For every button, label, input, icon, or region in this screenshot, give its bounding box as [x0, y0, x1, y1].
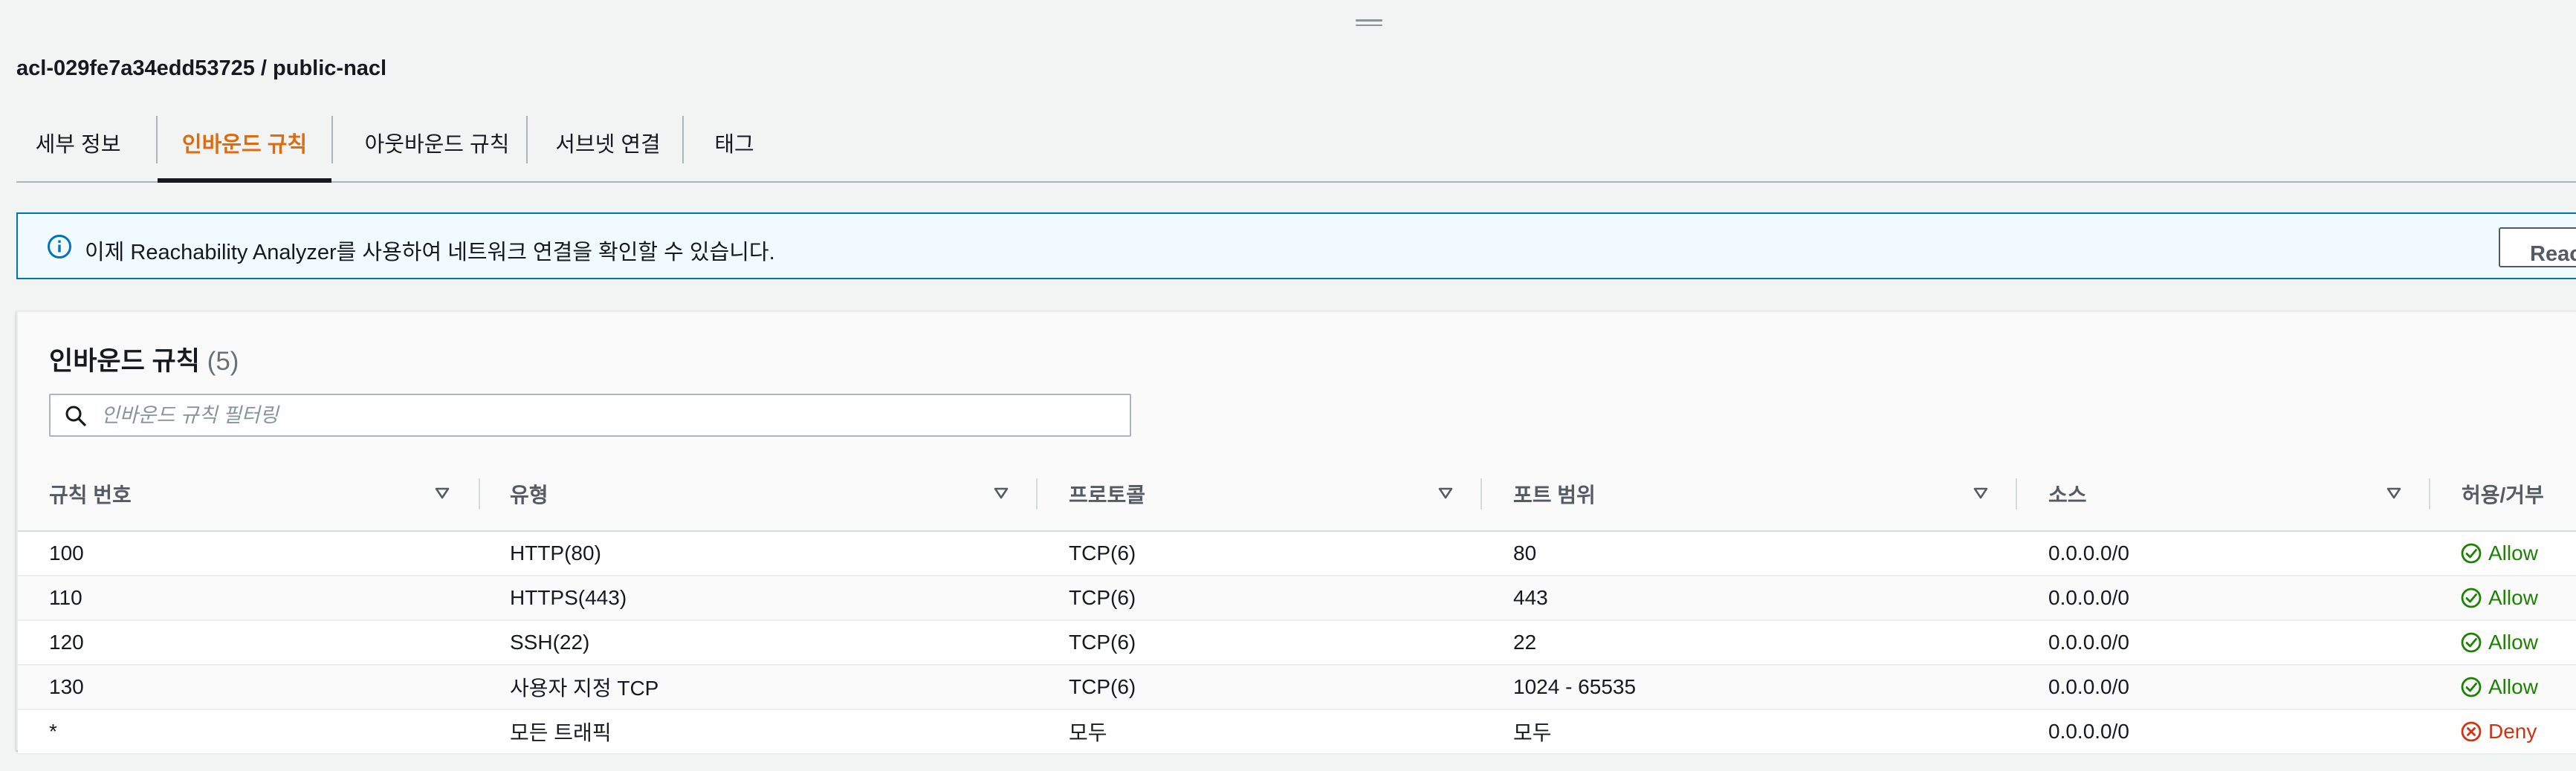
tab-outbound-rules[interactable]: 아웃바운드 규칙	[333, 104, 541, 181]
table-row[interactable]: 110 HTTPS(443) TCP(6) 443 0.0.0.0/0 Allo…	[18, 576, 2576, 621]
status-text: Allow	[2488, 675, 2538, 698]
cell-allow-deny: Allow	[2460, 666, 2538, 709]
info-flash-banner: 이제 Reachability Analyzer를 사용하여 네트워크 연결을 …	[16, 212, 2576, 279]
cell-allow-deny: Allow	[2460, 621, 2538, 664]
status-text: Allow	[2488, 631, 2538, 654]
column-header-port-range[interactable]: 포트 범위	[1513, 458, 1596, 530]
cell-port-range: 80	[1513, 541, 1537, 565]
sort-icon[interactable]	[993, 486, 1009, 501]
x-circle-icon	[2461, 721, 2482, 742]
table-row[interactable]: 130 사용자 지정 TCP TCP(6) 1024 - 65535 0.0.0…	[18, 666, 2576, 710]
tab-inbound-rules[interactable]: 인바운드 규칙	[158, 104, 331, 183]
check-circle-icon	[2461, 588, 2482, 608]
column-divider[interactable]	[1480, 478, 1482, 510]
cell-protocol: TCP(6)	[1069, 586, 1136, 609]
status-text: Allow	[2488, 541, 2538, 565]
tab-bar: 세부 정보 인바운드 규칙 아웃바운드 규칙 서브넷 연결 태그	[16, 104, 2576, 183]
reachability-analyzer-button[interactable]: Reachability Analyzer 실행	[2499, 227, 2576, 267]
search-icon	[65, 406, 86, 426]
column-header-source[interactable]: 소스	[2048, 458, 2087, 530]
status-text: Deny	[2488, 720, 2537, 743]
cell-type: 사용자 지정 TCP	[510, 677, 659, 700]
rule-count: (5)	[207, 347, 239, 376]
check-circle-icon	[2461, 632, 2482, 653]
cell-protocol: 모두	[1069, 721, 1107, 744]
cell-type: 모든 트래픽	[510, 721, 612, 744]
cell-allow-deny: Deny	[2460, 710, 2537, 753]
column-header-rule-number[interactable]: 규칙 번호	[49, 458, 132, 530]
cell-port-range: 22	[1513, 631, 1537, 654]
column-divider[interactable]	[2429, 478, 2430, 510]
cell-protocol: TCP(6)	[1069, 675, 1136, 698]
filter-input[interactable]	[100, 400, 1113, 431]
column-divider[interactable]	[479, 478, 480, 510]
cell-source: 0.0.0.0/0	[2048, 631, 2129, 654]
cell-type: HTTPS(443)	[510, 586, 627, 609]
panel-resize-handle[interactable]	[1356, 19, 1382, 27]
table-row[interactable]: 100 HTTP(80) TCP(6) 80 0.0.0.0/0 Allow	[18, 532, 2576, 576]
sort-icon[interactable]	[434, 486, 450, 501]
sort-icon[interactable]	[1973, 486, 1989, 501]
cell-rule-number: *	[49, 720, 57, 743]
column-divider[interactable]	[2016, 478, 2017, 510]
status-text: Allow	[2488, 586, 2538, 609]
panel-header: 인바운드 규칙 (5)	[49, 340, 239, 378]
cell-source: 0.0.0.0/0	[2048, 720, 2129, 743]
tab-tags[interactable]: 태그	[684, 104, 785, 181]
cell-allow-deny: Allow	[2460, 576, 2538, 619]
check-circle-icon	[2461, 543, 2482, 564]
page-title: acl-029fe7a34edd53725 / public-nacl	[16, 56, 387, 80]
table-body: 100 HTTP(80) TCP(6) 80 0.0.0.0/0 Allow 1…	[18, 532, 2576, 755]
filter-box	[49, 394, 1131, 437]
table-row[interactable]: 120 SSH(22) TCP(6) 22 0.0.0.0/0 Allow	[18, 621, 2576, 666]
inbound-rules-table: 규칙 번호 유형 프로토콜 포트 범위 소스 허용/거부 100 HTTP(80…	[18, 458, 2576, 755]
check-circle-icon	[2461, 677, 2482, 697]
cell-port-range: 443	[1513, 586, 1548, 609]
cell-allow-deny: Allow	[2460, 532, 2538, 575]
table-header: 규칙 번호 유형 프로토콜 포트 범위 소스 허용/거부	[18, 458, 2576, 532]
cell-port-range: 모두	[1513, 721, 1552, 744]
cell-protocol: TCP(6)	[1069, 541, 1136, 565]
sort-icon[interactable]	[1437, 486, 1454, 501]
cell-source: 0.0.0.0/0	[2048, 675, 2129, 698]
table-row[interactable]: * 모든 트래픽 모두 모두 0.0.0.0/0 Deny	[18, 710, 2576, 755]
inbound-rules-panel: 인바운드 규칙 (5) 규칙 번호 유형 프로토콜 포트 범위 소스 허용	[16, 310, 2576, 755]
cell-rule-number: 130	[49, 675, 84, 698]
info-icon	[48, 235, 71, 258]
column-divider[interactable]	[1036, 478, 1038, 510]
cell-rule-number: 110	[49, 586, 82, 609]
cell-type: HTTP(80)	[510, 541, 601, 565]
cell-type: SSH(22)	[510, 631, 590, 654]
column-header-allow-deny[interactable]: 허용/거부	[2462, 458, 2544, 530]
panel-title: 인바운드 규칙	[49, 347, 200, 376]
cell-rule-number: 120	[49, 631, 84, 654]
info-flash-message: 이제 Reachability Analyzer를 사용하여 네트워크 연결을 …	[85, 241, 775, 264]
column-header-protocol[interactable]: 프로토콜	[1069, 458, 1145, 530]
cell-rule-number: 100	[49, 541, 84, 565]
cell-protocol: TCP(6)	[1069, 631, 1136, 654]
tab-details[interactable]: 세부 정보	[16, 104, 140, 181]
cell-port-range: 1024 - 65535	[1513, 675, 1637, 698]
sort-icon[interactable]	[2386, 486, 2402, 501]
tab-subnet-associations[interactable]: 서브넷 연결	[528, 104, 688, 181]
column-header-type[interactable]: 유형	[510, 458, 548, 530]
cell-source: 0.0.0.0/0	[2048, 586, 2129, 609]
cell-source: 0.0.0.0/0	[2048, 541, 2129, 565]
